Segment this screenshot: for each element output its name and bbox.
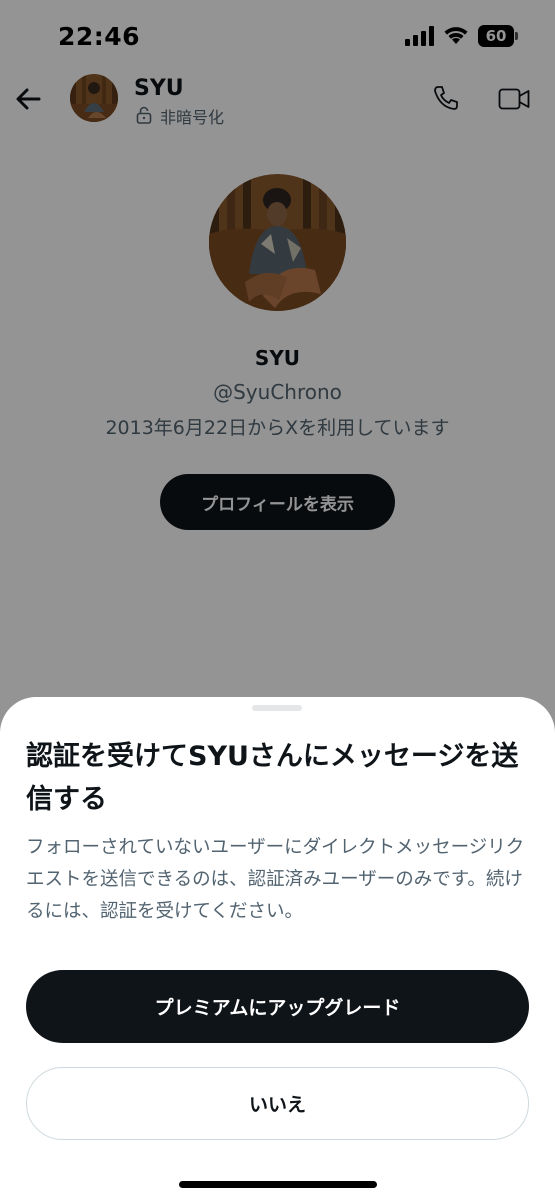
upgrade-premium-button[interactable]: プレミアムにアップグレード [26, 970, 529, 1043]
sheet-description: フォローされていないユーザーにダイレクトメッセージリクエストを送信できるのは、認… [26, 837, 525, 922]
sheet-title: 認証を受けてSYUさんにメッセージを送信する [26, 741, 519, 815]
verification-bottom-sheet: 認証を受けてSYUさんにメッセージを送信する フォローされていないユーザーにダイ… [0, 697, 555, 1200]
home-indicator [179, 1181, 377, 1188]
sheet-grabber[interactable] [252, 705, 302, 711]
decline-button[interactable]: いいえ [26, 1067, 529, 1140]
